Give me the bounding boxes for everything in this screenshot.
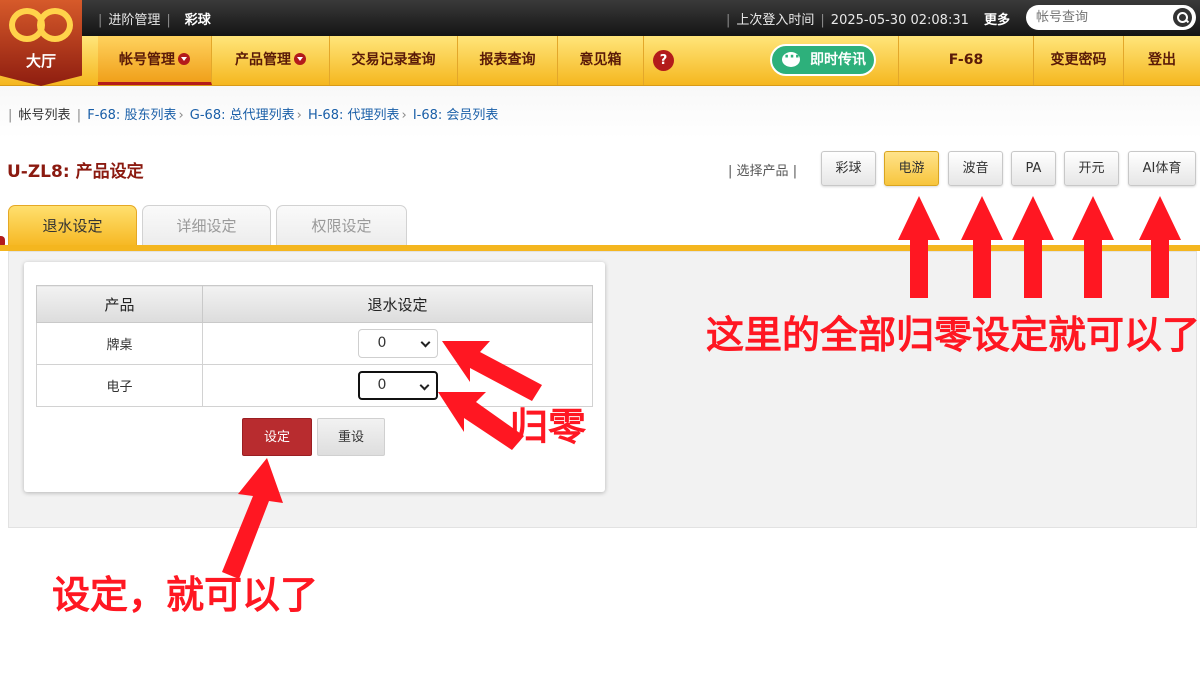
logo-name: 大厅 <box>25 52 56 70</box>
submit-button[interactable]: 设定 <box>242 418 312 456</box>
product-button-egames[interactable]: 电游 <box>884 151 939 186</box>
annotation-zero: 归零 <box>510 404 587 449</box>
rebate-cell: 0 <box>202 322 593 365</box>
live-chat-button[interactable]: 即时传讯 <box>770 43 876 76</box>
tab-permission-settings[interactable]: 权限设定 <box>276 205 407 246</box>
last-login-label: 上次登入时间 <box>736 13 815 28</box>
nav-feedback[interactable]: 意见箱 <box>558 36 644 85</box>
more-link[interactable]: 更多 <box>984 9 1010 28</box>
top-nav-lottery[interactable]: 彩球 <box>185 13 211 28</box>
last-login-time: 2025-05-30 02:08:31 <box>830 13 969 28</box>
product-button-pa[interactable]: PA <box>1011 151 1056 186</box>
page-title: U-ZL8: 产品设定 <box>7 162 144 182</box>
rebate-select-value: 0 <box>377 335 387 351</box>
nav-reports[interactable]: 报表查询 <box>458 36 558 85</box>
chevron-down-icon <box>178 53 190 65</box>
nav-account-management-label: 帐号管理 <box>119 52 175 68</box>
nav-product-management-label: 产品管理 <box>235 52 291 68</box>
nav-transactions[interactable]: 交易记录查询 <box>330 36 458 85</box>
main-nav: 帐号管理 产品管理 交易记录查询 报表查询 意见箱 ? 即时传讯 F-68 变更… <box>0 36 1200 86</box>
nav-change-password[interactable]: 变更密码 <box>1034 36 1124 85</box>
live-chat-label: 即时传讯 <box>810 52 866 68</box>
breadcrumb-trail: | 帐号列表 | F-68: 股东列表 › G-68: 总代理列表 › H-68: … <box>8 108 499 123</box>
nav-account-management[interactable]: 帐号管理 <box>98 36 212 85</box>
search-icon[interactable] <box>1173 8 1192 27</box>
annotation-submit-hint: 设定，就可以了 <box>52 572 319 617</box>
breadcrumb-root: 帐号列表 <box>18 108 71 123</box>
nav-user[interactable]: F-68 <box>898 36 1034 85</box>
product-button-boyin[interactable]: 波音 <box>948 151 1003 186</box>
breadcrumb-item[interactable]: I-68: 会员列表 <box>413 108 499 123</box>
rebate-panel: 产品 退水设定 牌桌 0 电子 0 设定 重设 <box>24 262 605 492</box>
chevron-down-icon <box>294 53 306 65</box>
rebate-select-value: 0 <box>377 377 387 393</box>
rebate-table: 产品 退水设定 牌桌 0 电子 0 <box>36 285 593 407</box>
table-header-rebate: 退水设定 <box>202 285 593 323</box>
table-header-row: 产品 退水设定 <box>36 285 593 323</box>
breadcrumb: | 帐号列表 | F-68: 股东列表 › G-68: 总代理列表 › H-68: … <box>0 86 1200 138</box>
last-login: | 上次登入时间 | 2025-05-30 02:08:31 <box>726 13 969 28</box>
nav-product-management[interactable]: 产品管理 <box>212 36 330 85</box>
product-button-ai-sports[interactable]: AI体育 <box>1128 151 1196 186</box>
product-name: 电子 <box>36 364 203 407</box>
annotation-reset-all: 这里的全部归零设定就可以了 <box>706 312 1200 357</box>
chevron-down-icon <box>420 337 430 348</box>
tab-rebate-settings[interactable]: 退水设定 <box>8 205 137 246</box>
top-nav: | 进阶管理 | 彩球 <box>98 13 211 28</box>
nav-logout[interactable]: 登出 <box>1124 36 1200 85</box>
top-bar: | 进阶管理 | 彩球 | 上次登入时间 | 2025-05-30 02:08:31 更多 <box>0 0 1200 36</box>
product-selector-label: | 选择产品 | <box>728 164 798 179</box>
product-name: 牌桌 <box>36 322 203 365</box>
reset-button[interactable]: 重设 <box>317 418 385 456</box>
breadcrumb-item[interactable]: G-68: 总代理列表 <box>190 108 295 123</box>
account-search-input[interactable] <box>1036 5 1166 30</box>
table-header-product: 产品 <box>36 285 203 323</box>
table-row: 牌桌 0 <box>36 322 593 365</box>
product-button-kaiyuan[interactable]: 开元 <box>1064 151 1119 186</box>
product-button-lottery[interactable]: 彩球 <box>821 151 876 186</box>
breadcrumb-item[interactable]: F-68: 股东列表 <box>87 108 176 123</box>
breadcrumb-item[interactable]: H-68: 代理列表 <box>308 108 400 123</box>
account-search <box>1026 5 1196 30</box>
logo[interactable]: 大厅 <box>0 0 82 86</box>
logo-ring-right <box>37 8 73 42</box>
tab-detail-settings[interactable]: 详细设定 <box>142 205 271 246</box>
chevron-down-icon <box>419 380 429 391</box>
chat-bubble-icon <box>782 43 800 71</box>
rebate-select[interactable]: 0 <box>357 371 438 400</box>
rebate-select[interactable]: 0 <box>357 329 438 358</box>
help-icon[interactable]: ? <box>653 50 674 71</box>
top-nav-advanced[interactable]: 进阶管理 <box>108 13 160 28</box>
